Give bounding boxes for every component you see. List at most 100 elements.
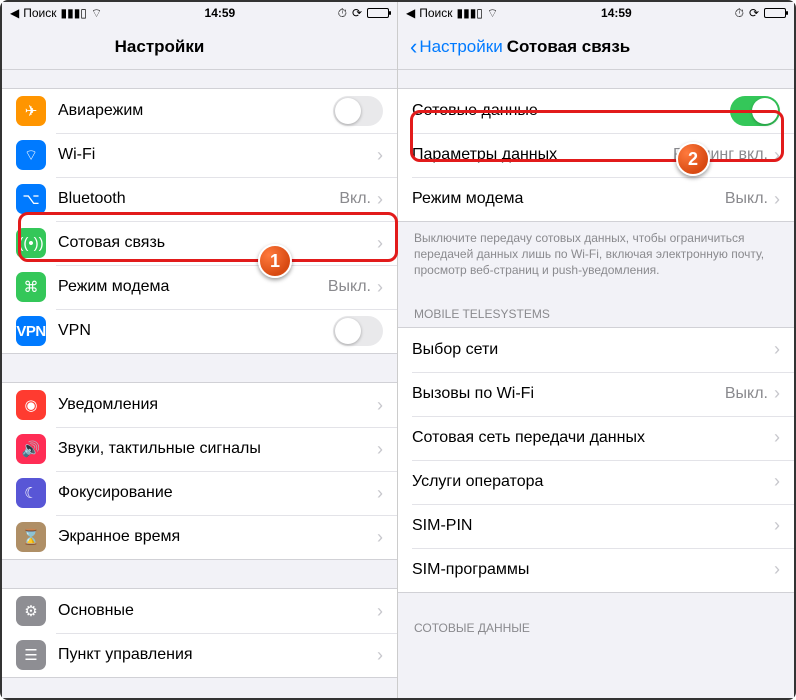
back-chevron-icon: ◀ [406, 6, 415, 20]
focus-icon: ☾ [16, 478, 46, 508]
settings-row[interactable]: Услуги оператора› [398, 460, 794, 504]
cell-list: ✈Авиарежим⌔Wi-Fi›⌥BluetoothВкл.›((•))Сот… [2, 88, 397, 354]
chevron-right-icon: › [377, 233, 383, 254]
settings-row[interactable]: Сотовые данные [398, 89, 794, 133]
cellular-scroll[interactable]: Сотовые данные Параметры данныхРоуминг вк… [398, 70, 794, 698]
row-value: Выкл. [328, 278, 371, 296]
chevron-right-icon: › [774, 471, 780, 492]
settings-row[interactable]: ✈Авиарежим [2, 89, 397, 133]
row-label: Вызовы по Wi-Fi [412, 385, 725, 403]
battery-icon [367, 8, 389, 18]
airplane-icon: ✈ [16, 96, 46, 126]
cell-list: ◉Уведомления›🔊Звуки, тактильные сигналы›… [2, 382, 397, 560]
settings-row[interactable]: ((•)) Сотовая связь› [2, 221, 397, 265]
row-label: Режим модема [412, 190, 725, 208]
chevron-right-icon: › [377, 189, 383, 210]
alarm-icon: ⏱ [735, 6, 744, 21]
row-label: Услуги оператора [412, 473, 774, 491]
row-label: Выбор сети [412, 341, 774, 359]
chevron-right-icon: › [377, 439, 383, 460]
chevron-right-icon: › [774, 559, 780, 580]
orientation-lock-icon: ⟳ [352, 6, 362, 20]
settings-row[interactable]: ☰ Пункт управления› [2, 633, 397, 677]
settings-row[interactable]: Параметры данныхРоуминг вкл.› [398, 133, 794, 177]
chevron-right-icon: › [774, 383, 780, 404]
row-label: SIM-PIN [412, 517, 774, 535]
settings-row[interactable]: Сотовая сеть передачи данных› [398, 416, 794, 460]
sounds-icon: 🔊 [16, 434, 46, 464]
settings-row[interactable]: Режим модемаВыкл. › [398, 177, 794, 221]
row-label: Экранное время [58, 528, 377, 546]
control-center-icon: ☰ [16, 640, 46, 670]
chevron-right-icon: › [774, 189, 780, 210]
row-value: Выкл. [725, 385, 768, 403]
group-header: СОТОВЫЕ ДАННЫЕ [398, 621, 794, 641]
alarm-icon: ⏱ [338, 6, 347, 21]
wifi-status-icon: ⌔ [487, 6, 498, 21]
chevron-right-icon: › [377, 483, 383, 504]
back-label: Настройки [419, 37, 502, 57]
settings-row[interactable]: Выбор сети› [398, 328, 794, 372]
row-label: Сотовая связь [58, 234, 377, 252]
orientation-lock-icon: ⟳ [749, 6, 759, 20]
battery-icon [764, 8, 786, 18]
settings-row[interactable]: VPNVPN [2, 309, 397, 353]
settings-row[interactable]: SIM-PIN› [398, 504, 794, 548]
toggle[interactable] [333, 316, 383, 346]
settings-scroll[interactable]: ✈Авиарежим⌔Wi-Fi›⌥BluetoothВкл.›((•))Сот… [2, 70, 397, 698]
phone-cellular: ◀ Поиск ▮▮▮▯ ⌔ 14:59 ⏱ ⟳ ‹ Настройки Сот… [398, 2, 794, 698]
chevron-left-icon: ‹ [410, 34, 417, 60]
row-label: Сотовая сеть передачи данных [412, 429, 774, 447]
chevron-right-icon: › [377, 527, 383, 548]
row-label: Уведомления [58, 396, 377, 414]
clock: 14:59 [498, 6, 734, 20]
row-value: Выкл. [725, 190, 768, 208]
back-app-label: Поиск [23, 6, 56, 20]
signal-icon: ▮▮▮▯ [61, 6, 87, 20]
chevron-right-icon: › [377, 601, 383, 622]
bluetooth-icon: ⌥ [16, 184, 46, 214]
chevron-right-icon: › [377, 645, 383, 666]
screen-time-icon: ⌛ [16, 522, 46, 552]
step-badge-2: 2 [676, 142, 710, 176]
settings-row[interactable]: Вызовы по Wi-FiВыкл. › [398, 372, 794, 416]
toggle[interactable] [730, 96, 780, 126]
cellular-icon: ((•)) [16, 228, 46, 258]
vpn-icon: VPN [16, 316, 46, 346]
toggle[interactable] [333, 96, 383, 126]
row-label: Основные [58, 602, 377, 620]
row-label: SIM-программы [412, 561, 774, 579]
nav-header: ‹ Настройки Сотовая связь [398, 24, 794, 70]
chevron-right-icon: › [774, 339, 780, 360]
status-bar: ◀ Поиск ▮▮▮▯ ⌔ 14:59 ⏱ ⟳ [2, 2, 397, 24]
notifications-icon: ◉ [16, 390, 46, 420]
settings-row[interactable]: ◉Уведомления› [2, 383, 397, 427]
settings-row[interactable]: ⌛ Экранное время› [2, 515, 397, 559]
settings-row[interactable]: ⌘Режим модемаВыкл.› [2, 265, 397, 309]
group-header: MOBILE TELESYSTEMS [398, 307, 794, 327]
clock: 14:59 [102, 6, 337, 20]
settings-row[interactable]: ☾Фокусирование› [2, 471, 397, 515]
row-label: Сотовые данные [412, 102, 730, 120]
cell-list: ⚙Основные›☰Пункт управления› [2, 588, 397, 678]
settings-row[interactable]: ⚙Основные› [2, 589, 397, 633]
back-app-label: Поиск [419, 6, 452, 20]
phone-settings: ◀ Поиск ▮▮▮▯ ⌔ 14:59 ⏱ ⟳ Настройки ✈Авиа… [2, 2, 398, 698]
group-footer: Выключите передачу сотовых данных, чтобы… [398, 222, 794, 279]
row-value: Вкл. [339, 190, 371, 208]
chevron-right-icon: › [377, 277, 383, 298]
settings-row[interactable]: ⌔Wi-Fi› [2, 133, 397, 177]
settings-row[interactable]: SIM-программы› [398, 548, 794, 592]
cell-list: Сотовые данные Параметры данныхРоуминг вк… [398, 88, 794, 222]
wifi-icon: ⌔ [16, 140, 46, 170]
row-label: Пункт управления [58, 646, 377, 664]
row-label: Wi-Fi [58, 146, 377, 164]
back-button[interactable]: ‹ Настройки [410, 34, 503, 60]
signal-icon: ▮▮▮▯ [457, 6, 483, 20]
settings-row[interactable]: 🔊 Звуки, тактильные сигналы› [2, 427, 397, 471]
page-title: Настройки [0, 37, 385, 57]
chevron-right-icon: › [774, 427, 780, 448]
settings-row[interactable]: ⌥BluetoothВкл.› [2, 177, 397, 221]
step-badge-1: 1 [258, 244, 292, 278]
row-label: Звуки, тактильные сигналы [58, 440, 377, 458]
